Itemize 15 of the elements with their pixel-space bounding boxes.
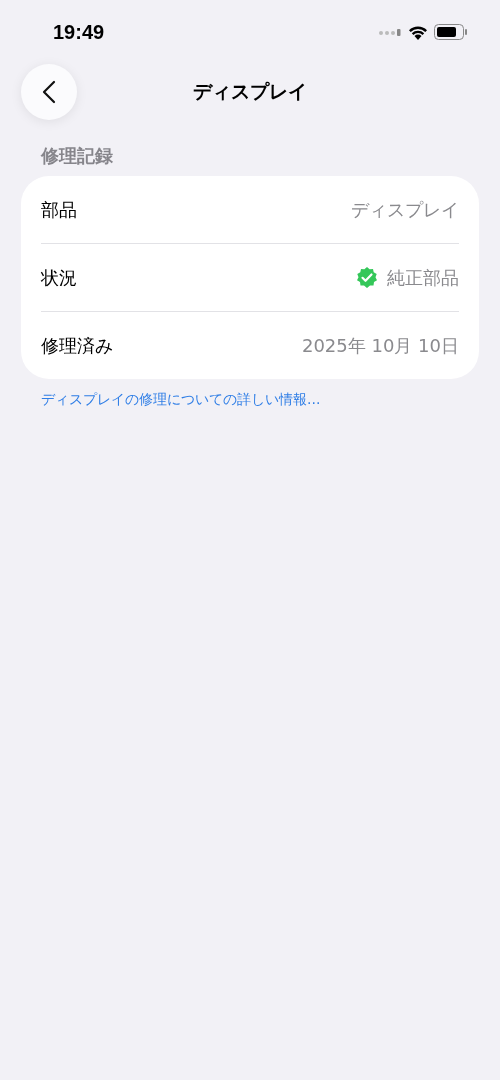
row-value: ディスプレイ bbox=[351, 197, 459, 222]
verified-badge-icon bbox=[355, 265, 379, 290]
info-link[interactable]: ディスプレイの修理についての詳しい情報... bbox=[41, 391, 321, 409]
chevron-left-icon bbox=[42, 80, 56, 104]
status-time: 19:49 bbox=[53, 20, 105, 44]
row-label: 修理済み bbox=[41, 333, 113, 358]
row-value: 純正部品 bbox=[387, 265, 459, 290]
section-header: 修理記録 bbox=[41, 144, 114, 168]
wifi-icon bbox=[408, 24, 428, 40]
row-label: 状況 bbox=[41, 265, 77, 290]
row-label: 部品 bbox=[41, 197, 77, 222]
battery-icon bbox=[434, 24, 468, 40]
screen-title: ディスプレイ bbox=[193, 79, 307, 104]
row-value: 2025年 10月 10日 bbox=[301, 333, 459, 358]
signal-icon bbox=[378, 28, 402, 36]
